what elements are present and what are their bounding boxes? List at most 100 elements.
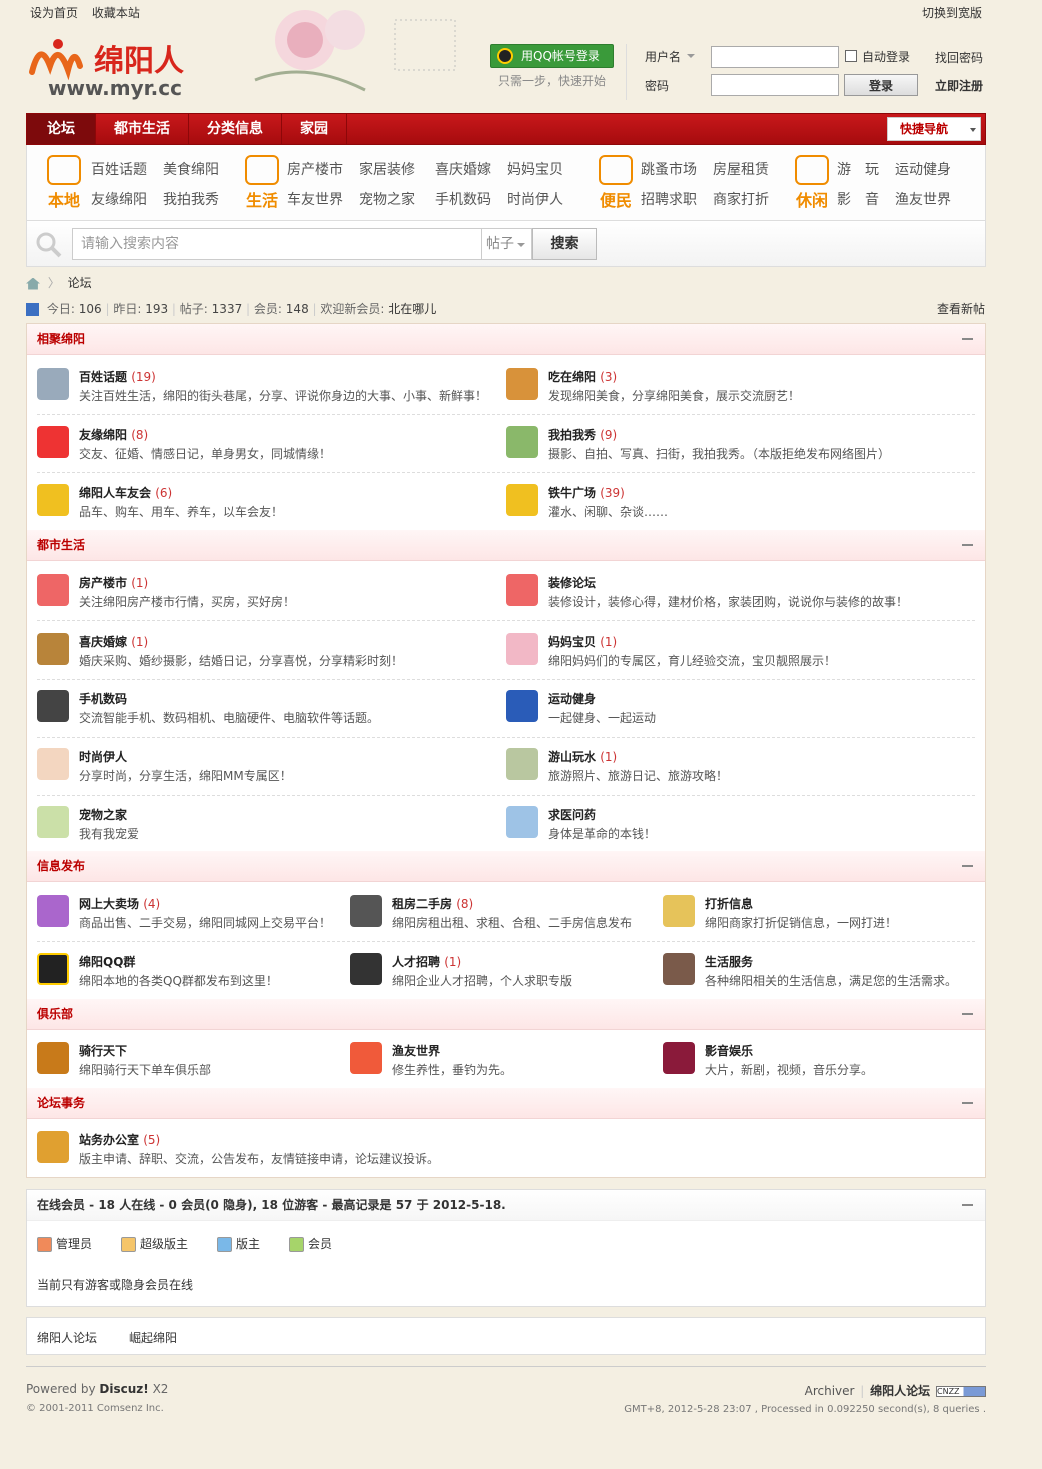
subnav-link[interactable]: 音 bbox=[865, 189, 879, 209]
forum-title[interactable]: 装修论坛 bbox=[548, 576, 596, 590]
subnav-link[interactable]: 房屋租赁 bbox=[713, 159, 769, 179]
nav-item-city-life[interactable]: 都市生活 bbox=[96, 114, 189, 144]
subnav-link[interactable]: 运动健身 bbox=[895, 159, 951, 179]
legend-member: 会员 bbox=[289, 1235, 332, 1252]
subnav-group-local-label: 本地 bbox=[47, 191, 80, 210]
collapse-icon[interactable] bbox=[962, 544, 973, 546]
category-header[interactable]: 论坛事务 bbox=[27, 1088, 985, 1119]
subnav-link[interactable]: 妈妈宝贝 bbox=[507, 159, 563, 179]
home-icon[interactable] bbox=[26, 277, 40, 290]
friend-link[interactable]: 崛起绵阳 bbox=[129, 1329, 177, 1346]
forum-title[interactable]: 绵阳人车友会 bbox=[79, 486, 151, 500]
forum-title[interactable]: 站务办公室 bbox=[79, 1133, 139, 1147]
subnav-link[interactable]: 美食绵阳 bbox=[163, 159, 219, 179]
forum-today-count: (1) bbox=[444, 955, 462, 969]
archiver-link[interactable]: Archiver bbox=[805, 1384, 855, 1398]
password-input[interactable] bbox=[711, 74, 839, 96]
subnav-link[interactable]: 我拍我秀 bbox=[163, 189, 219, 209]
search-type-select[interactable]: 帖子 bbox=[482, 228, 532, 260]
auto-login-checkbox[interactable] bbox=[845, 50, 857, 62]
forum-title[interactable]: 游山玩水 bbox=[548, 750, 596, 764]
site-name-link[interactable]: 绵阳人论坛 bbox=[870, 1384, 930, 1398]
cnzz-badge[interactable]: CNZZ bbox=[936, 1386, 986, 1397]
forum-desc: 修生养性，垂钓为先。 bbox=[392, 1063, 513, 1077]
view-new-posts-link[interactable]: 查看新帖 bbox=[937, 300, 985, 317]
subnav-link[interactable]: 友缘绵阳 bbox=[91, 189, 147, 209]
username-type-dropdown-icon[interactable] bbox=[687, 54, 695, 58]
forum-title[interactable]: 生活服务 bbox=[705, 955, 753, 969]
mod-user-icon bbox=[217, 1237, 232, 1252]
set-homepage-link[interactable]: 设为首页 bbox=[30, 6, 78, 20]
nav-item-classifieds[interactable]: 分类信息 bbox=[189, 114, 282, 144]
forum-title[interactable]: 房产楼市 bbox=[79, 576, 127, 590]
subnav-link[interactable]: 影 bbox=[837, 189, 851, 209]
office-icon bbox=[37, 1131, 69, 1163]
nav-item-home[interactable]: 家园 bbox=[282, 114, 347, 144]
forum-title[interactable]: 打折信息 bbox=[705, 897, 753, 911]
collapse-icon[interactable] bbox=[962, 865, 973, 867]
switch-wide-link[interactable]: 切换到宽版 bbox=[922, 4, 982, 21]
category-header[interactable]: 俱乐部 bbox=[27, 999, 985, 1030]
subnav-link[interactable]: 游 bbox=[837, 159, 851, 179]
register-link[interactable]: 立即注册 bbox=[935, 77, 983, 94]
subnav-link[interactable]: 时尚伊人 bbox=[507, 189, 563, 209]
forum-title[interactable]: 网上大卖场 bbox=[79, 897, 139, 911]
subnav-link[interactable]: 渔友世界 bbox=[895, 189, 951, 209]
breadcrumb-current[interactable]: 论坛 bbox=[68, 276, 92, 290]
subnav-link[interactable]: 喜庆婚嫁 bbox=[435, 159, 491, 179]
forum-title[interactable]: 百姓话题 bbox=[79, 370, 127, 384]
forum-title[interactable]: 人才招聘 bbox=[392, 955, 440, 969]
forum-title[interactable]: 宠物之家 bbox=[79, 808, 127, 822]
category-header[interactable]: 信息发布 bbox=[27, 851, 985, 882]
forum-title[interactable]: 铁牛广场 bbox=[548, 486, 596, 500]
forum-title[interactable]: 租房二手房 bbox=[392, 897, 452, 911]
collapse-icon[interactable] bbox=[962, 1013, 973, 1015]
online-header[interactable]: 在线会员 - 18 人在线 - 0 会员(0 隐身), 18 位游客 - 最高记… bbox=[27, 1190, 985, 1221]
forum-title[interactable]: 手机数码 bbox=[79, 692, 127, 706]
bookmark-link[interactable]: 收藏本站 bbox=[92, 6, 140, 20]
friend-link[interactable]: 绵阳人论坛 bbox=[37, 1329, 97, 1346]
forum-title[interactable]: 渔友世界 bbox=[392, 1044, 440, 1058]
search-button[interactable]: 搜索 bbox=[532, 228, 597, 260]
subnav-link[interactable]: 家居装修 bbox=[359, 159, 415, 179]
subnav-link[interactable]: 商家打折 bbox=[713, 189, 769, 209]
newest-member-link[interactable]: 北在哪儿 bbox=[388, 302, 436, 316]
username-input[interactable] bbox=[711, 46, 839, 68]
forum-title[interactable]: 骑行天下 bbox=[79, 1044, 127, 1058]
collapse-icon[interactable] bbox=[962, 1102, 973, 1104]
subnav-link[interactable]: 百姓话题 bbox=[91, 159, 147, 179]
collapse-icon[interactable] bbox=[962, 1204, 973, 1206]
category-header[interactable]: 都市生活 bbox=[27, 530, 985, 561]
forum-title[interactable]: 我拍我秀 bbox=[548, 428, 596, 442]
subnav-link[interactable]: 玩 bbox=[865, 159, 879, 179]
forum-title[interactable]: 妈妈宝贝 bbox=[548, 635, 596, 649]
subnav-link[interactable]: 车友世界 bbox=[287, 189, 343, 209]
site-logo[interactable]: 绵阳人 www.myr.cc bbox=[28, 36, 238, 102]
forum-title[interactable]: 运动健身 bbox=[548, 692, 596, 706]
forum-today-count: (19) bbox=[131, 370, 156, 384]
discuz-link[interactable]: Discuz! bbox=[99, 1382, 148, 1396]
forum-today-count: (1) bbox=[600, 750, 618, 764]
nav-item-forum[interactable]: 论坛 bbox=[27, 114, 96, 144]
forum-title[interactable]: 吃在绵阳 bbox=[548, 370, 596, 384]
forum-title[interactable]: 时尚伊人 bbox=[79, 750, 127, 764]
subnav-link[interactable]: 手机数码 bbox=[435, 189, 491, 209]
subnav-link[interactable]: 宠物之家 bbox=[359, 189, 415, 209]
forum-desc: 绵阳商家打折促销信息，一网打进！ bbox=[705, 916, 898, 930]
forum-title[interactable]: 影音娱乐 bbox=[705, 1044, 753, 1058]
subnav-link[interactable]: 跳蚤市场 bbox=[641, 159, 697, 179]
subnav-link[interactable]: 招聘求职 bbox=[641, 189, 697, 209]
login-button[interactable]: 登录 bbox=[844, 74, 918, 96]
quick-nav-button[interactable]: 快捷导航 bbox=[887, 117, 981, 141]
forum-title[interactable]: 喜庆婚嫁 bbox=[79, 635, 127, 649]
search-input[interactable]: 请输入搜索内容 bbox=[72, 228, 482, 260]
collapse-icon[interactable] bbox=[962, 338, 973, 340]
subnav-link[interactable]: 房产楼市 bbox=[287, 159, 343, 179]
forum-title[interactable]: 绵阳QQ群 bbox=[79, 955, 135, 969]
forum-today-count: (9) bbox=[600, 428, 618, 442]
category-header[interactable]: 相聚绵阳 bbox=[27, 324, 985, 355]
find-password-link[interactable]: 找回密码 bbox=[935, 49, 983, 66]
forum-title[interactable]: 友缘绵阳 bbox=[79, 428, 127, 442]
forum-title[interactable]: 求医问药 bbox=[548, 808, 596, 822]
qq-login-button[interactable]: 用QQ帐号登录 bbox=[490, 44, 614, 68]
